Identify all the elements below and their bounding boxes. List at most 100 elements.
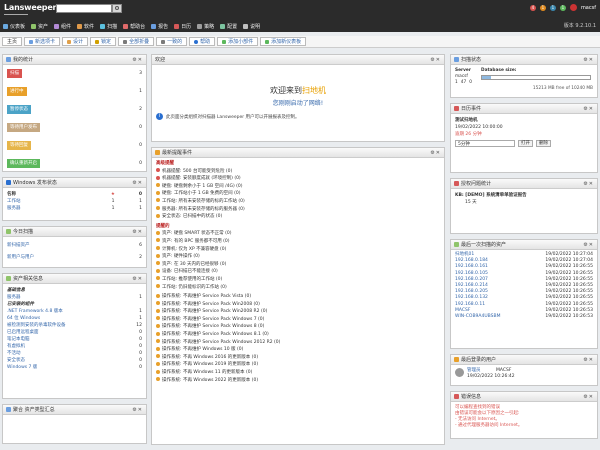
alert-item[interactable]: 硬盘: 工作站小于 1 GB 免费的空间 (0): [156, 190, 440, 198]
alert-item[interactable]: 操作系统: 不再维护 Windows 10 版 (0): [156, 346, 440, 354]
collapse-all-button[interactable]: 全部折叠: [118, 37, 155, 46]
alert-item[interactable]: 操作系统: 不再 Windows 11 的更新版本 (0): [156, 369, 440, 377]
alert-item[interactable]: 硬盘: 硬盘剩余小于 1 GB 空间 /4G) (0): [156, 183, 440, 191]
alert-item[interactable]: 工作站: 仍旧能标识的工作站 (0): [156, 284, 440, 292]
new-tab-button[interactable]: 新选项卡: [24, 37, 61, 46]
alert-item[interactable]: 机器提醒: 安装额度成就 (环境控制) (0): [156, 175, 440, 183]
list-label[interactable]: 被检测到安装的杀毒软件设备: [7, 322, 66, 329]
list-item[interactable]: 有虚拟机 0: [7, 343, 142, 350]
nav-helpdesk[interactable]: 帮助台: [123, 23, 145, 30]
list-item[interactable]: .NET Framework 4.8 版本 1: [7, 308, 142, 315]
nav-help[interactable]: 说明: [243, 23, 260, 30]
open-button[interactable]: 打开: [518, 140, 533, 147]
alert-item[interactable]: 操作系统: 不再 Windows 2016 的更新版本 (0): [156, 354, 440, 362]
list-item[interactable]: 64 位 Windows 1: [7, 315, 142, 322]
search-input[interactable]: [56, 4, 112, 13]
list-label[interactable]: .NET Framework 4.8 版本: [7, 308, 63, 315]
panel-controls-icon[interactable]: ⚙✕: [583, 357, 594, 363]
alert-item[interactable]: 操作系统: 不再维护 Service Pack Vista (0): [156, 293, 440, 301]
list-label[interactable]: 服务器: [7, 294, 21, 301]
list-item[interactable]: 不活动 0: [7, 350, 142, 357]
list-item[interactable]: 服务器 1: [7, 294, 142, 301]
alert-item[interactable]: 资产: 硬件操作 (0): [156, 253, 440, 261]
nav-assets[interactable]: 资产: [31, 23, 48, 30]
alert-item[interactable]: 操作系统: 不再维护 Service Pack Win2008 (0): [156, 301, 440, 309]
list-label[interactable]: 新扫描资产: [7, 240, 30, 252]
nav-components[interactable]: 组件: [54, 23, 71, 30]
list-label[interactable]: 有虚拟机: [7, 343, 25, 350]
table-row[interactable]: 服务器 1 1: [7, 205, 142, 212]
nav-config[interactable]: 配置: [220, 23, 237, 30]
list-label[interactable]: 新用户与用户: [7, 252, 34, 264]
list-item[interactable]: Windows 7 版 0: [7, 364, 142, 371]
reminder-select[interactable]: 5分钟: [455, 140, 515, 147]
table-row[interactable]: WIN-COB9A4UBSBM 19/02/2022 10:26:53: [455, 314, 593, 320]
panel-controls-icon[interactable]: ⚙✕: [430, 57, 441, 63]
nav-calendar[interactable]: 日历: [174, 23, 191, 30]
align-button[interactable]: 一致的: [156, 37, 188, 46]
nav-policy[interactable]: 策略: [197, 23, 214, 30]
add-dashboard-button[interactable]: 添加新仪表板: [260, 37, 307, 46]
alert-item[interactable]: 操作系统: 不再维护 Service Pack Win2008 R2 (0): [156, 308, 440, 316]
list-label[interactable]: 不活动: [7, 350, 21, 357]
app-logo[interactable]: Lansweeper: [4, 3, 56, 14]
alert-badge-3[interactable]: 1: [549, 4, 556, 11]
list-item[interactable]: 新用户与用户 2: [7, 252, 142, 264]
alert-item[interactable]: 安全状态: 已扫描中的状态 (0): [156, 213, 440, 221]
alert-badge-1[interactable]: 4: [529, 4, 536, 11]
user-avatar[interactable]: [569, 4, 577, 11]
alert-item[interactable]: 操作系统: 不再 Windows 2019 的更新版本 (0): [156, 361, 440, 369]
list-label[interactable]: 安全状态: [7, 357, 25, 364]
panel-controls-icon[interactable]: ⚙✕: [583, 106, 594, 112]
alert-item[interactable]: 操作系统: 不再维护 Service Pack Windows 8.1 (0): [156, 331, 440, 339]
row-label[interactable]: 服务器: [7, 205, 87, 212]
alert-item[interactable]: 资产: 在 30 天内的已经很够 (0): [156, 261, 440, 269]
status-row[interactable]: 暂停状态 2: [7, 103, 142, 115]
nav-reports[interactable]: 报告: [151, 23, 168, 30]
alert-item[interactable]: 机器提醒: 500 台可能受到危险 (0): [156, 168, 440, 176]
user-host[interactable]: MACSF: [496, 368, 511, 373]
alert-badge-4[interactable]: 1: [559, 4, 566, 11]
panel-controls-icon[interactable]: ⚙✕: [583, 242, 594, 248]
alert-item[interactable]: 资产: 有的 BPC 服务都不可用 (0): [156, 238, 440, 246]
alert-item[interactable]: 资产: 硬盘 SMART 状态不正常 (0): [156, 230, 440, 238]
alert-item[interactable]: 操作系统: 不再维护 Service Pack Windows 7 (0): [156, 316, 440, 324]
list-item[interactable]: 安全状态 0: [7, 357, 142, 364]
list-item[interactable]: 笔记本电脑 0: [7, 336, 142, 343]
panel-controls-icon[interactable]: ⚙✕: [132, 276, 143, 282]
search-button[interactable]: [112, 4, 122, 13]
panel-controls-icon[interactable]: ⚙✕: [583, 181, 594, 187]
list-label[interactable]: 64 位 Windows: [7, 315, 40, 322]
lock-button[interactable]: 锁定: [90, 37, 117, 46]
nav-software[interactable]: 软件: [77, 23, 94, 30]
status-row[interactable]: 等待用户发布 0: [7, 121, 142, 133]
status-row[interactable]: 确认重新开启 0: [7, 157, 142, 169]
alert-item[interactable]: 操作系统: 不再维护 Service Pack Windows 8 (0): [156, 323, 440, 331]
list-label[interactable]: Windows 7 版: [7, 364, 37, 371]
user-name[interactable]: 管理员: [467, 368, 481, 373]
username[interactable]: macsf: [581, 5, 596, 11]
asset-name[interactable]: WIN-COB9A4UBSBM: [455, 314, 500, 320]
alert-badge-2[interactable]: 1: [539, 4, 546, 11]
status-row[interactable]: 进行中 1: [7, 85, 142, 97]
alert-item[interactable]: 操作系统: 不再维护 Service Pack Windows 2012 R2 …: [156, 339, 440, 347]
list-item[interactable]: 被检测到安装的杀毒软件设备 12: [7, 322, 142, 329]
alert-item[interactable]: 工作站: 推荐使用的工作站 (0): [156, 276, 440, 284]
panel-controls-icon[interactable]: ⚙✕: [132, 180, 143, 186]
list-label[interactable]: 笔记本电脑: [7, 336, 30, 343]
home-tab[interactable]: 主页: [2, 37, 23, 46]
list-item[interactable]: 已启用远程桌面 0: [7, 329, 142, 336]
row-label[interactable]: 工作站: [7, 198, 87, 205]
panel-controls-icon[interactable]: ⚙✕: [430, 150, 441, 156]
alert-item[interactable]: 操作系统: 不再 Windows 2022 的更新版本 (0): [156, 377, 440, 385]
add-widget-button[interactable]: 添加小部件: [217, 37, 259, 46]
design-button[interactable]: 设计: [62, 37, 89, 46]
event-title[interactable]: 测试扫地机: [455, 117, 593, 124]
alert-item[interactable]: 计算机: 仅为 XP 不兼容硬盘 (0): [156, 246, 440, 254]
nav-dashboard[interactable]: 仪表板: [3, 23, 25, 30]
panel-controls-icon[interactable]: ⚙✕: [132, 57, 143, 63]
nav-scan[interactable]: 扫描: [100, 23, 117, 30]
panel-controls-icon[interactable]: ⚙✕: [132, 229, 143, 235]
list-item[interactable]: 新扫描资产 6: [7, 240, 142, 252]
panel-controls-icon[interactable]: ⚙✕: [132, 407, 143, 413]
